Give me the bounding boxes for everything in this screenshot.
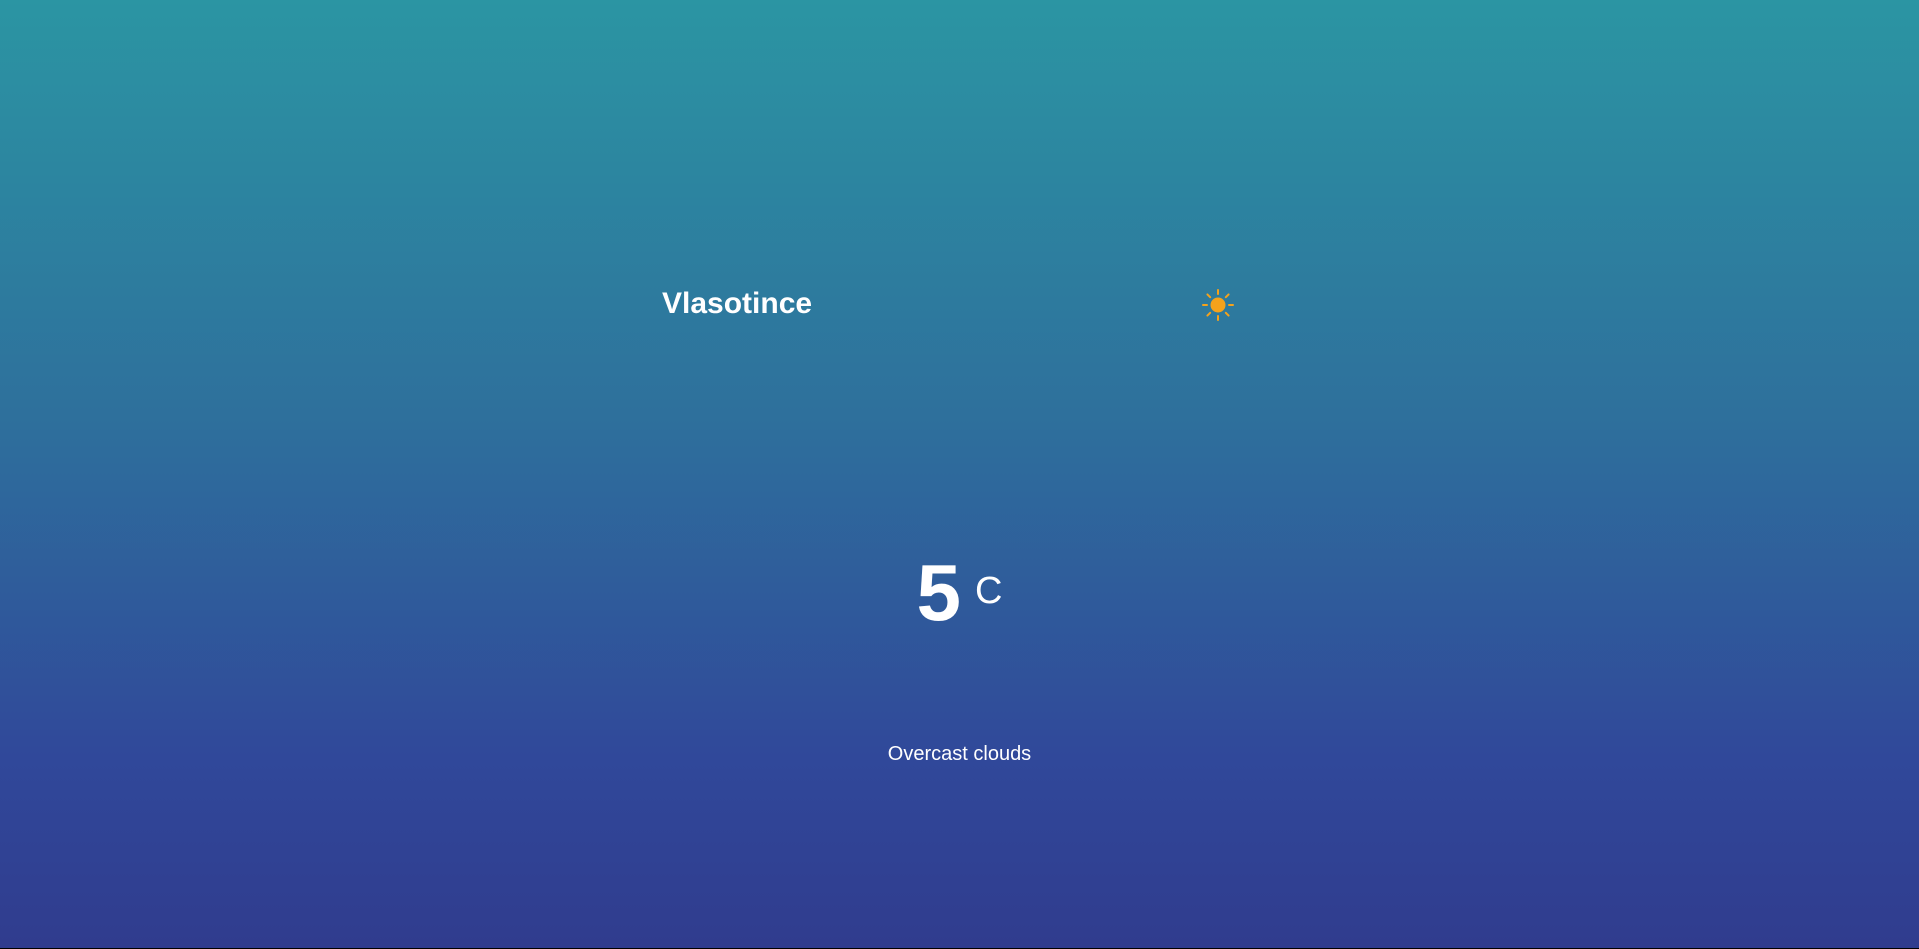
temperature-display: 5 C (0, 548, 1919, 638)
temperature-unit: C (975, 570, 1003, 612)
temperature-value: 5 (916, 548, 962, 637)
weather-description: Overcast clouds (887, 743, 1032, 765)
sun-icon (1202, 289, 1234, 321)
weather-app: Vlasotince 5 C Overcast clouds (0, 0, 1919, 948)
city-name: Vlasotince (662, 287, 813, 320)
